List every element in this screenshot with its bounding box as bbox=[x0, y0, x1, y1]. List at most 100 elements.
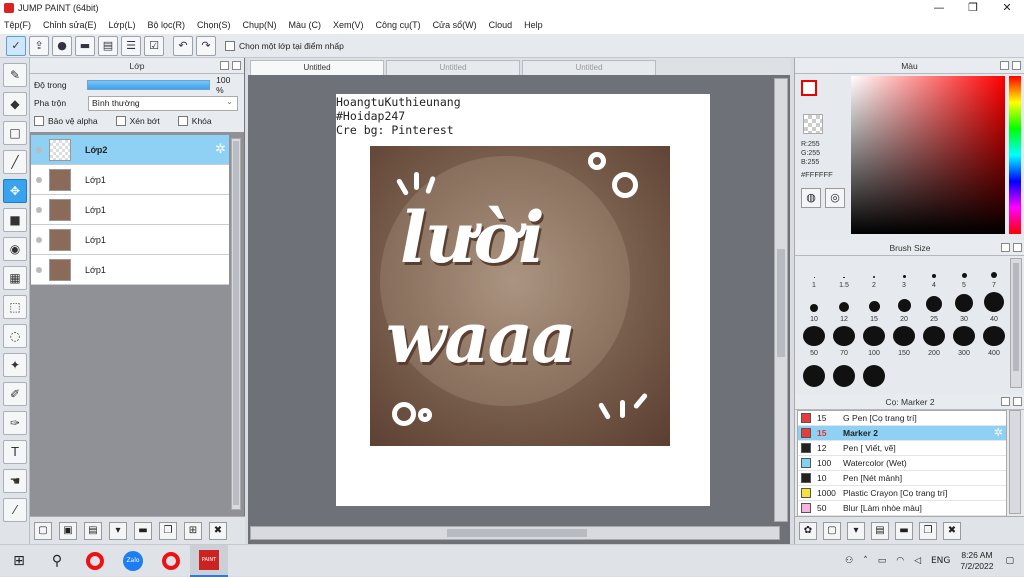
subtool-item[interactable]: 100 Watercolor (Wet) bbox=[798, 456, 1006, 471]
canvas-vertical-scrollbar[interactable] bbox=[774, 78, 788, 522]
subtool-item[interactable]: 1000 Plastic Crayon [Cọ trang trí] bbox=[798, 486, 1006, 501]
menu-window[interactable]: Cửa sổ(W) bbox=[433, 20, 477, 30]
wifi-icon[interactable]: ◠ bbox=[896, 556, 904, 566]
palette-icon[interactable]: ◍ bbox=[801, 188, 821, 208]
gradient-icon[interactable]: ▦ bbox=[3, 266, 27, 290]
brush-size-option[interactable]: 50 bbox=[799, 326, 829, 360]
menu-tools[interactable]: Công cụ(T) bbox=[376, 20, 421, 30]
select-layer-checkbox[interactable] bbox=[225, 40, 235, 51]
gear-icon[interactable]: ✲ bbox=[994, 426, 1003, 439]
restore-button[interactable]: ❐ bbox=[956, 0, 990, 16]
layer-scrollbar[interactable] bbox=[231, 138, 241, 510]
minimize-button[interactable]: — bbox=[922, 0, 956, 16]
list-icon[interactable]: ☰ bbox=[121, 35, 141, 56]
language-indicator[interactable]: ENG bbox=[931, 556, 950, 566]
export-icon[interactable]: ⇪ bbox=[29, 35, 49, 56]
check-icon[interactable]: ✓ bbox=[6, 35, 26, 56]
brush-size-option[interactable]: 150 bbox=[889, 326, 919, 360]
magic-wand-icon[interactable]: ✦ bbox=[3, 353, 27, 377]
brush-size-option[interactable]: 100 bbox=[859, 326, 889, 360]
brush-size-option[interactable]: 70 bbox=[829, 326, 859, 360]
clipping-option[interactable]: Xén bớt bbox=[115, 116, 160, 126]
new-layer-icon[interactable]: ▢ bbox=[34, 521, 52, 540]
bucket-icon[interactable]: ◉ bbox=[3, 237, 27, 261]
lasso-icon[interactable]: ◌ bbox=[3, 324, 27, 348]
lock-checkbox[interactable] bbox=[177, 116, 188, 126]
brush-size-option[interactable]: 4 bbox=[919, 258, 949, 292]
trash-icon[interactable]: ✖ bbox=[943, 521, 961, 540]
select-rect-icon[interactable]: ⬚ bbox=[3, 295, 27, 319]
brush-size-option[interactable]: 40 bbox=[979, 292, 1009, 326]
gear-icon[interactable]: ✲ bbox=[215, 142, 226, 157]
menu-layer[interactable]: Lớp(L) bbox=[109, 20, 136, 30]
clipping-checkbox[interactable] bbox=[115, 116, 126, 126]
checklist-icon[interactable]: ☑ bbox=[144, 35, 164, 56]
menu-help[interactable]: Help bbox=[524, 20, 543, 30]
close-button[interactable]: ✕ bbox=[990, 0, 1024, 16]
panel-close-icon[interactable] bbox=[1012, 61, 1021, 70]
subtool-item[interactable]: 10 Pen [Nét mảnh] bbox=[798, 471, 1006, 486]
brush-size-scrollbar[interactable] bbox=[1010, 258, 1022, 388]
select-layer-option[interactable]: Chọn một lớp tại điểm nhấp bbox=[225, 40, 344, 51]
brush-size-option[interactable]: 10 bbox=[799, 292, 829, 326]
visibility-icon[interactable] bbox=[36, 236, 42, 243]
new-subtool-icon[interactable]: ▢ bbox=[823, 521, 841, 540]
panel-close-icon[interactable] bbox=[232, 61, 241, 70]
brush-size-option[interactable]: 200 bbox=[919, 326, 949, 360]
transparent-color-swatch[interactable] bbox=[803, 114, 823, 134]
menu-filter[interactable]: Bộ lọc(R) bbox=[147, 20, 185, 30]
document-icon[interactable]: ▤ bbox=[98, 35, 118, 56]
menu-edit[interactable]: Chỉnh sửa(E) bbox=[43, 20, 97, 30]
rectangle-icon[interactable]: □ bbox=[3, 121, 27, 145]
menu-view[interactable]: Xem(V) bbox=[333, 20, 364, 30]
brush-size-option[interactable]: 1.5 bbox=[829, 258, 859, 292]
battery-icon[interactable]: ▭ bbox=[878, 556, 887, 566]
subtool-item[interactable]: 12 Pen [ Viết, vẽ] bbox=[798, 441, 1006, 456]
canvas-paper[interactable]: HoangtuKuthieunang #Hoidap247 Cre bg: Pi… bbox=[336, 94, 710, 506]
menu-file[interactable]: Tệp(F) bbox=[4, 20, 31, 30]
import-icon[interactable]: ▤ bbox=[871, 521, 889, 540]
select-pen-icon[interactable]: ✐ bbox=[3, 382, 27, 406]
layer-row[interactable]: Lớp1 bbox=[31, 165, 229, 195]
foreground-color-swatch[interactable] bbox=[801, 80, 817, 96]
search-icon[interactable]: ⚲ bbox=[38, 545, 76, 577]
tab-untitled-1[interactable]: Untitled bbox=[250, 60, 384, 75]
tab-untitled-3[interactable]: Untitled bbox=[522, 60, 656, 75]
panel-float-icon[interactable] bbox=[220, 61, 229, 70]
brush-size-option[interactable] bbox=[829, 360, 859, 394]
layer-row[interactable]: Lớp1 bbox=[31, 225, 229, 255]
blend-mode-select[interactable]: Bình thường bbox=[88, 95, 238, 111]
people-icon[interactable]: ⚇ bbox=[845, 556, 853, 566]
menu-cloud[interactable]: Cloud bbox=[489, 20, 513, 30]
brush-size-option[interactable]: 20 bbox=[889, 292, 919, 326]
trash-icon[interactable]: ✖ bbox=[209, 521, 227, 540]
hand-icon[interactable]: ☚ bbox=[3, 469, 27, 493]
visibility-icon[interactable] bbox=[36, 176, 42, 183]
opacity-slider[interactable] bbox=[87, 80, 211, 90]
protect-alpha-checkbox[interactable] bbox=[34, 116, 44, 126]
visibility-icon[interactable] bbox=[36, 146, 42, 153]
subtool-item[interactable]: 15 G Pen [Cọ trang trí] bbox=[798, 411, 1006, 426]
brush-size-option[interactable]: 25 bbox=[919, 292, 949, 326]
layer-row[interactable]: Lớp1 bbox=[31, 195, 229, 225]
opera-gx-icon[interactable] bbox=[152, 545, 190, 577]
redo-icon[interactable]: ↷ bbox=[196, 35, 216, 56]
brush-size-option[interactable] bbox=[799, 360, 829, 394]
layer-row[interactable]: Lớp1 bbox=[31, 255, 229, 285]
canvas-horizontal-scrollbar[interactable] bbox=[250, 526, 780, 540]
lock-option[interactable]: Khóa bbox=[177, 116, 212, 126]
panel-float-icon[interactable] bbox=[1001, 243, 1010, 252]
comment-icon[interactable]: ▬ bbox=[75, 35, 95, 56]
subtool-item[interactable]: 50 Blur [Làm nhòe màu] bbox=[798, 501, 1006, 516]
new-layer-raster-icon[interactable]: ▣ bbox=[59, 521, 77, 540]
menu-capture[interactable]: Chụp(N) bbox=[243, 20, 277, 30]
brush-size-option[interactable]: 30 bbox=[949, 292, 979, 326]
speech-bubble-icon[interactable]: ● bbox=[52, 35, 72, 56]
clock[interactable]: 8:26 AM 7/2/2022 bbox=[960, 550, 993, 572]
subtool-scrollbar[interactable] bbox=[1009, 410, 1021, 514]
volume-icon[interactable]: ◁ bbox=[914, 556, 921, 566]
brush-icon[interactable]: ✎ bbox=[3, 63, 27, 87]
eraser-icon[interactable]: ◆ bbox=[3, 92, 27, 116]
brush-size-option[interactable]: 7 bbox=[979, 258, 1009, 292]
opera-icon[interactable] bbox=[76, 545, 114, 577]
